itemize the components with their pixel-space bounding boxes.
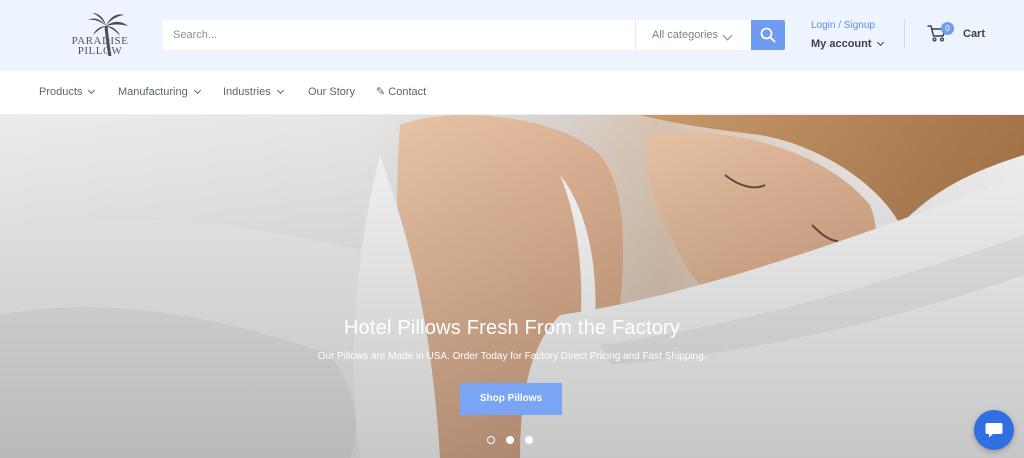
cart-button[interactable]: 0 Cart	[927, 22, 997, 48]
hero-subtitle: Our Pillows are Made in USA. Order Today…	[317, 351, 707, 362]
nav-item-products[interactable]: Products	[39, 71, 96, 115]
chevron-down-icon	[722, 30, 733, 41]
logo-wordmark-bottom: PILLOW	[77, 45, 123, 57]
site-header: PARADISE PILLOW All categories Login / S…	[0, 0, 1024, 71]
search-input[interactable]	[163, 20, 635, 50]
hero-slideshow: Hotel Pillows Fresh From the Factory Our…	[0, 115, 1024, 458]
slideshow-dots	[487, 436, 547, 446]
site-logo[interactable]: PARADISE PILLOW	[60, 12, 140, 60]
my-account-toggle[interactable]: My account	[811, 37, 901, 51]
chevron-down-icon	[276, 86, 284, 95]
shop-pillows-button[interactable]: Shop Pillows	[460, 383, 562, 415]
nav-item-our-story[interactable]: Our Story	[308, 71, 355, 115]
login-signup-link[interactable]: Login / Signup	[811, 20, 901, 32]
search-bar: All categories	[163, 20, 785, 50]
chat-widget-button[interactable]	[974, 410, 1014, 450]
search-button[interactable]	[751, 20, 785, 50]
cart-count-badge: 0	[941, 22, 954, 35]
nav-item-label: Our Story	[308, 86, 356, 98]
slide-dot-3[interactable]	[525, 436, 533, 444]
main-navigation: Products Manufacturing Industries Our St…	[0, 71, 1024, 115]
nav-item-industries[interactable]: Industries	[223, 71, 284, 115]
nav-item-label: Manufacturing	[118, 86, 188, 98]
hero-title: Hotel Pillows Fresh From the Factory	[343, 317, 681, 339]
nav-item-manufacturing[interactable]: Manufacturing	[118, 71, 201, 115]
nav-item-label: Products	[39, 86, 83, 98]
nav-item-label: Industries	[223, 86, 271, 98]
header-divider	[904, 19, 905, 49]
chat-icon	[985, 423, 1003, 438]
slide-dot-1[interactable]	[487, 436, 495, 444]
chevron-down-icon	[88, 86, 96, 95]
account-menu[interactable]: Login / Signup My account	[811, 20, 901, 51]
my-account-label: My account	[811, 38, 872, 50]
cart-label: Cart	[963, 28, 986, 40]
slide-dot-2[interactable]	[506, 436, 514, 444]
chevron-down-icon	[876, 38, 884, 47]
nav-item-label: ✎ Contact	[376, 86, 427, 98]
category-select-label: All categories	[652, 29, 719, 41]
search-icon	[760, 27, 776, 43]
chevron-down-icon	[193, 86, 201, 95]
nav-item-contact[interactable]: ✎ Contact	[376, 71, 426, 115]
category-select[interactable]: All categories	[636, 20, 751, 50]
